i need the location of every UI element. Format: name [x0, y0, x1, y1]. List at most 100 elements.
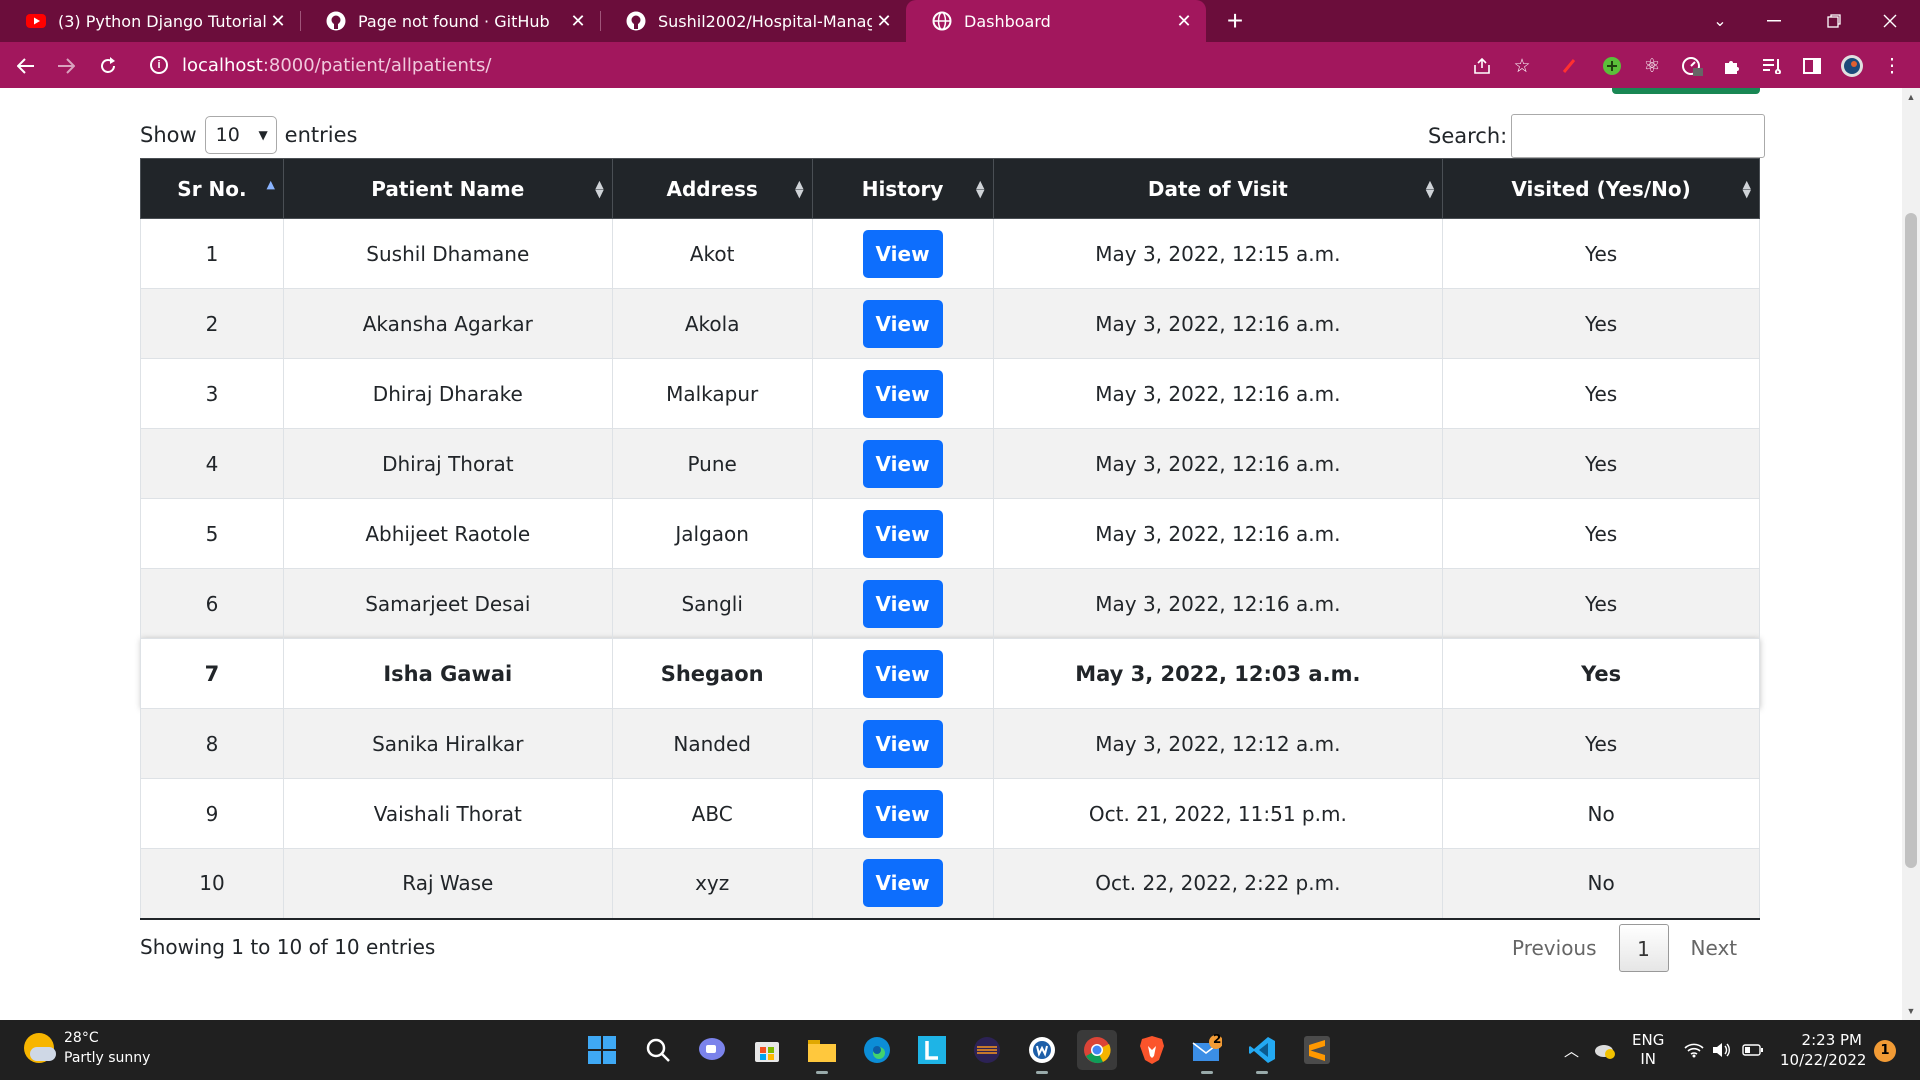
file-explorer-icon[interactable]	[802, 1030, 842, 1074]
view-history-button[interactable]: View	[862, 649, 943, 698]
tab-github-repo[interactable]: Sushil2002/Hospital-Managemen ✕	[600, 0, 906, 42]
browser-menu-icon[interactable]: ⋮	[1876, 50, 1908, 82]
view-history-button[interactable]: View	[862, 859, 943, 908]
language-indicator[interactable]: ENG IN	[1632, 1020, 1664, 1080]
table-row: 9 Vaishali Thorat ABC View Oct. 21, 2022…	[140, 778, 1760, 849]
bookmark-star-icon[interactable]: ☆	[1506, 50, 1538, 82]
start-windows-icon[interactable]	[582, 1030, 622, 1070]
chrome-browser-icon[interactable]	[1077, 1030, 1117, 1070]
cell-address: Sangli	[611, 568, 813, 639]
cell-address: xyz	[611, 848, 813, 919]
sort-ascending-icon: ▲▼	[266, 177, 275, 191]
brave-browser-icon[interactable]	[1132, 1030, 1172, 1070]
column-header-visited[interactable]: Visited (Yes/No) ▲ ▼	[1442, 158, 1760, 219]
view-history-button[interactable]: View	[862, 509, 943, 558]
tab-search-icon[interactable]: ⌄	[1690, 0, 1750, 42]
search-icon[interactable]	[638, 1030, 678, 1070]
column-header-history[interactable]: History ▲ ▼	[811, 158, 994, 219]
cell-history: View	[811, 428, 994, 499]
github-icon	[326, 11, 346, 31]
cell-patient-name: Sushil Dhamane	[282, 218, 613, 289]
reading-list-icon[interactable]	[1756, 50, 1788, 82]
battery-icon[interactable]	[1742, 1020, 1764, 1080]
cell-patient-name: Sanika Hiralkar	[282, 708, 613, 779]
wifi-icon[interactable]	[1684, 1020, 1704, 1080]
view-history-button[interactable]: View	[862, 299, 943, 348]
sort-icon: ▲ ▼	[1425, 177, 1435, 200]
tab-youtube[interactable]: (3) Python Django Tutorial for Be ✕	[0, 0, 301, 42]
table-row: 10 Raj Wase xyz View Oct. 22, 2022, 2:22…	[140, 848, 1760, 919]
weather-widget[interactable]: 28°C Partly sunny	[24, 1028, 150, 1068]
site-info-icon[interactable]: i	[150, 56, 168, 74]
avatar[interactable]	[1836, 50, 1868, 82]
close-icon[interactable]: ✕	[266, 11, 290, 32]
sublime-text-icon[interactable]	[1297, 1030, 1337, 1070]
react-devtools-icon[interactable]: ⚛	[1636, 50, 1668, 82]
close-icon[interactable]: ✕	[566, 11, 590, 32]
cell-history: View	[811, 778, 994, 849]
cell-date-of-visit: May 3, 2022, 12:12 a.m.	[992, 708, 1444, 779]
eclipse-icon[interactable]	[967, 1030, 1007, 1070]
previous-page-button[interactable]: Previous	[1490, 924, 1619, 972]
cell-patient-name: Dhiraj Dharake	[282, 358, 613, 429]
cell-visited: Yes	[1442, 708, 1760, 779]
search-label: Search:	[1428, 124, 1508, 148]
plus-extension-icon[interactable]	[1596, 50, 1628, 82]
tab-dashboard[interactable]: Dashboard ✕	[906, 0, 1206, 42]
cell-visited: Yes	[1442, 638, 1760, 709]
view-history-button[interactable]: View	[862, 369, 943, 418]
chevron-down-icon: ▼	[258, 128, 268, 142]
page-length-select[interactable]: 10 ▼	[204, 116, 277, 154]
scroll-up-arrow-icon[interactable]: ▲	[1902, 92, 1920, 102]
column-header-date-of-visit[interactable]: Date of Visit ▲ ▼	[992, 158, 1444, 219]
column-header-sr-no[interactable]: Sr No.▲▼	[140, 158, 284, 219]
view-history-button[interactable]: View	[862, 789, 943, 838]
view-history-button[interactable]: View	[862, 229, 943, 278]
system-clock[interactable]: 2:23 PM 10/22/2022	[1780, 1030, 1866, 1070]
column-header-patient-name[interactable]: Patient Name ▲ ▼	[282, 158, 613, 219]
vscode-icon[interactable]	[1242, 1030, 1282, 1074]
new-tab-button[interactable]: +	[1220, 6, 1250, 36]
l-app-icon[interactable]	[912, 1030, 952, 1070]
speed-extension-icon[interactable]	[1676, 50, 1708, 82]
search-input[interactable]	[1511, 114, 1766, 158]
add-patient-button[interactable]	[1612, 88, 1760, 94]
close-window-icon[interactable]	[1860, 0, 1920, 42]
address-bar[interactable]: i localhost:8000/patient/allpatients/	[138, 48, 1538, 82]
teams-chat-icon[interactable]	[692, 1030, 732, 1070]
microsoft-store-icon[interactable]	[747, 1030, 787, 1070]
cell-sr-no: 4	[140, 428, 284, 499]
tab-github-404[interactable]: Page not found · GitHub ✕	[300, 0, 601, 42]
notification-badge[interactable]: 1	[1874, 1040, 1896, 1062]
side-panel-icon[interactable]	[1796, 50, 1828, 82]
current-page-button[interactable]: 1	[1618, 924, 1669, 972]
pen-extension-icon[interactable]	[1554, 50, 1586, 82]
restore-icon[interactable]	[1804, 0, 1864, 42]
cell-patient-name: Dhiraj Thorat	[282, 428, 613, 499]
minimize-icon[interactable]	[1744, 0, 1804, 42]
view-history-button[interactable]: View	[862, 719, 943, 768]
forward-icon[interactable]	[50, 50, 82, 82]
show-hidden-icons[interactable]: ︿	[1564, 1020, 1579, 1080]
volume-icon[interactable]	[1712, 1020, 1732, 1080]
reload-icon[interactable]	[92, 50, 124, 82]
cell-sr-no: 3	[140, 358, 284, 429]
share-icon[interactable]	[1466, 50, 1498, 82]
back-icon[interactable]	[10, 50, 42, 82]
page-scrollbar[interactable]: ▲ ▼	[1902, 88, 1920, 1020]
close-icon[interactable]: ✕	[872, 11, 896, 32]
scroll-down-arrow-icon[interactable]: ▼	[1902, 1006, 1920, 1016]
onedrive-warning-icon[interactable]	[1594, 1020, 1616, 1080]
cell-date-of-visit: May 3, 2022, 12:16 a.m.	[992, 498, 1444, 569]
writer-app-icon[interactable]	[1022, 1030, 1062, 1074]
scrollbar-thumb[interactable]	[1905, 213, 1917, 868]
column-header-address[interactable]: Address ▲ ▼	[611, 158, 813, 219]
extensions-puzzle-icon[interactable]	[1716, 50, 1748, 82]
view-history-button[interactable]: View	[862, 579, 943, 628]
cell-date-of-visit: May 3, 2022, 12:15 a.m.	[992, 218, 1444, 289]
next-page-button[interactable]: Next	[1669, 924, 1760, 972]
mail-icon[interactable]: 2	[1187, 1030, 1227, 1074]
close-icon[interactable]: ✕	[1172, 11, 1196, 32]
edge-browser-icon[interactable]	[857, 1030, 897, 1070]
view-history-button[interactable]: View	[862, 439, 943, 488]
